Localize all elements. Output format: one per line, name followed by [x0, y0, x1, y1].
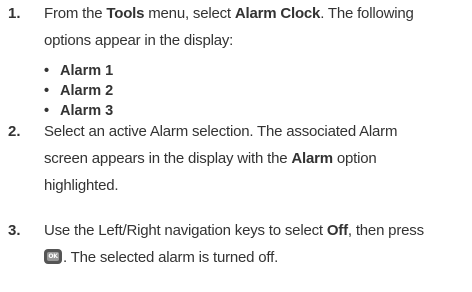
ok-key-icon: OK: [44, 249, 62, 264]
text-segment: , then press: [347, 222, 424, 239]
step-line: highlighted.: [44, 177, 119, 194]
instruction-document: 1. From the Tools menu, select Alarm Clo…: [0, 0, 472, 292]
text-segment: Use the Left/Right navigation keys to se…: [44, 222, 327, 239]
text-segment: . The selected alarm is turned off.: [63, 249, 279, 266]
bullet-icon: •: [44, 83, 50, 99]
menu-name-tools: Tools: [106, 5, 145, 22]
step-number: 1.: [8, 5, 21, 22]
step-line: screen appears in the display with the A…: [44, 149, 468, 176]
bullet-icon: •: [44, 63, 50, 79]
text-segment: option: [332, 150, 377, 167]
step-text: Use the Left/Right navigation keys to se…: [44, 221, 468, 275]
list-item: • Alarm 1: [44, 62, 113, 80]
option-label: Alarm 3: [60, 103, 114, 119]
option-value-off: Off: [326, 222, 348, 239]
text-segment: screen appears in the display with the: [44, 150, 292, 167]
option-name-alarm: Alarm: [291, 150, 333, 167]
option-label: Alarm 1: [60, 63, 114, 79]
option-label: Alarm 2: [60, 83, 114, 99]
ok-key-label: OK: [47, 252, 59, 261]
step-number: 2.: [8, 123, 21, 140]
step-line: Use the Left/Right navigation keys to se…: [44, 221, 468, 248]
step-number: 3.: [8, 222, 21, 239]
step-text: Select an active Alarm selection. The as…: [44, 122, 468, 203]
text-segment: From the: [44, 5, 107, 22]
step-line: options appear in the display:: [44, 32, 234, 49]
list-item: • Alarm 3: [44, 102, 113, 120]
bullet-icon: •: [44, 103, 50, 119]
list-item: • Alarm 2: [44, 82, 113, 100]
step-line: Select an active Alarm selection. The as…: [44, 123, 398, 140]
step-text: From the Tools menu, select Alarm Clock.…: [44, 4, 468, 58]
text-segment: menu, select: [144, 5, 235, 22]
step-line: From the Tools menu, select Alarm Clock.…: [44, 4, 468, 31]
text-segment: . The following: [320, 5, 414, 22]
step-line: OK . The selected alarm is turned off.: [44, 248, 468, 275]
menu-item-alarm-clock: Alarm Clock: [234, 5, 321, 22]
